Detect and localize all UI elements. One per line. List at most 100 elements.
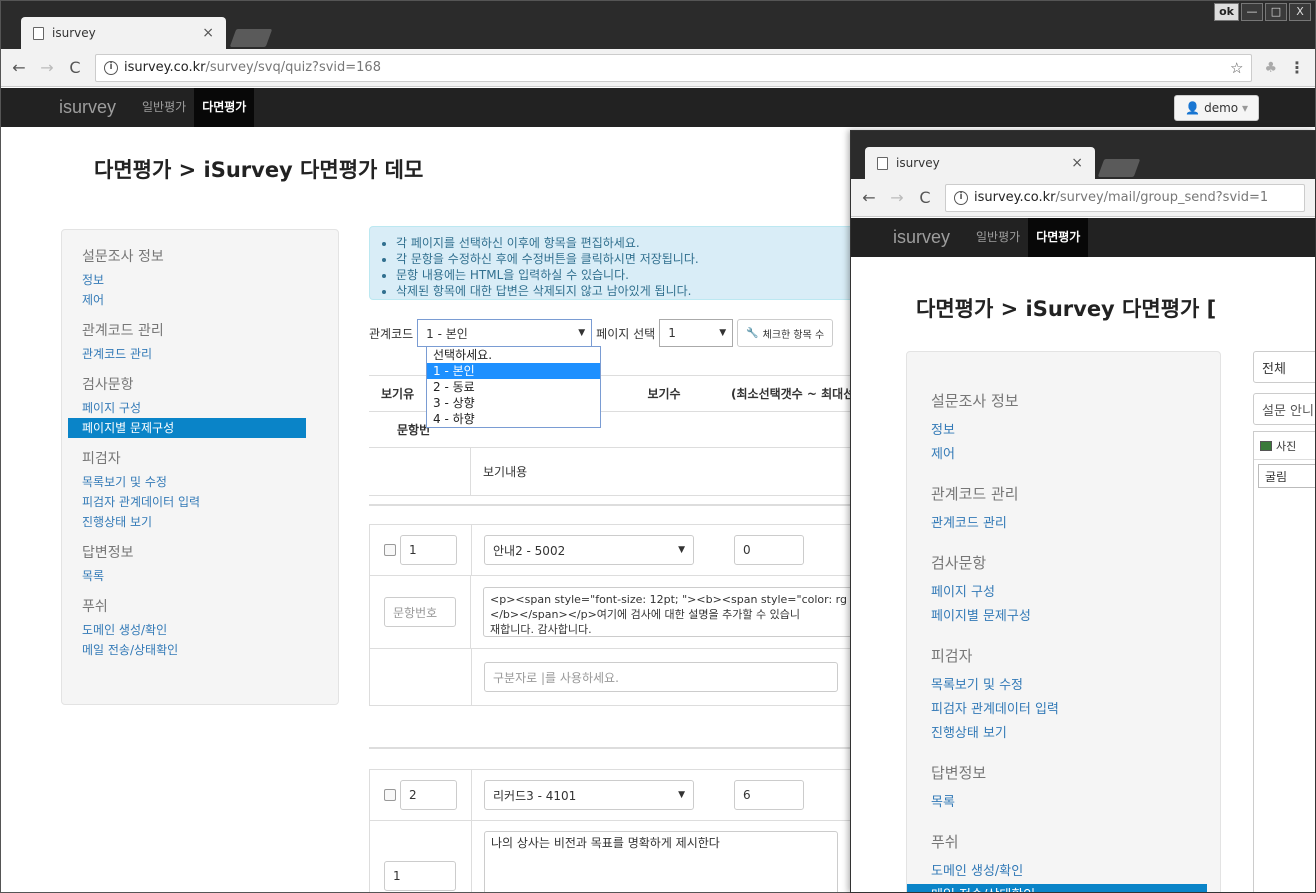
question-num-placeholder[interactable]: 문항번호: [384, 597, 456, 627]
sidebar-item-progress[interactable]: 진행상태 보기: [917, 722, 1216, 746]
question-checkbox[interactable]: [384, 789, 396, 801]
sidebar-item-page-questions[interactable]: 페이지별 문제구성: [68, 418, 306, 438]
sidebar-item-info[interactable]: 정보: [68, 270, 338, 290]
question-content-textarea[interactable]: <p><span style="font-size: 12pt; "><b><s…: [483, 587, 854, 637]
brand-logo[interactable]: isurvey: [1, 97, 134, 118]
group-filter-select[interactable]: 전체: [1253, 351, 1315, 383]
browser-tab[interactable]: isurvey ×: [865, 147, 1095, 179]
url-field[interactable]: i isurvey.co.kr/survey/svq/quiz?svid=168…: [95, 53, 1253, 82]
close-tab-icon[interactable]: ×: [202, 25, 214, 41]
dropdown-option[interactable]: 4 - 하향: [427, 411, 600, 427]
sidebar-item-domain[interactable]: 도메인 생성/확인: [917, 860, 1216, 884]
sidebar-item-mail[interactable]: 메일 전송/상태확인: [907, 884, 1207, 892]
ok-button[interactable]: ok: [1214, 3, 1239, 21]
app-navbar: isurvey 일반평가 다면평가: [1, 88, 1315, 127]
checked-items-button[interactable]: 🔧 체크한 항목 수: [737, 319, 834, 347]
extension-icon[interactable]: ♣: [1264, 60, 1277, 76]
back-arrow-icon[interactable]: ←: [861, 188, 877, 207]
sidebar-head-survey-info: 설문조사 정보: [82, 249, 164, 265]
url-domain: isurvey.co.kr: [124, 60, 206, 75]
question-block: 2 리커드3 - 4101 ▼ 6 1 나의 상사는 비전과 목표를 명확하게 …: [369, 769, 851, 892]
minimize-button[interactable]: —: [1241, 3, 1263, 21]
sidebar-item-page-config[interactable]: 페이지 구성: [68, 398, 338, 418]
new-tab-button[interactable]: [1097, 159, 1141, 177]
dropdown-option[interactable]: 2 - 동료: [427, 379, 600, 395]
new-tab-button[interactable]: [229, 29, 273, 47]
sidebar-item-progress[interactable]: 진행상태 보기: [68, 512, 338, 532]
sidebar-item-subject-list[interactable]: 목록보기 및 수정: [917, 674, 1216, 698]
user-menu-button[interactable]: 👤 demo ▾: [1174, 95, 1259, 121]
dropdown-option-selected[interactable]: 1 - 본인: [427, 363, 600, 379]
info-icon[interactable]: i: [954, 190, 968, 205]
nav-multi-eval[interactable]: 다면평가: [1028, 218, 1089, 257]
question-sub-number-input[interactable]: 1: [384, 861, 456, 891]
page-icon: [33, 26, 44, 40]
mail-subject-input[interactable]: 설문 안니: [1253, 393, 1315, 425]
sidebar-head-questions: 검사문항: [82, 377, 134, 393]
back-arrow-icon[interactable]: ←: [11, 58, 27, 77]
sidebar-item-relcode[interactable]: 관계코드 관리: [917, 512, 1216, 536]
close-window-button[interactable]: X: [1289, 3, 1311, 21]
header-cell: (최소선택갯수 ~ 최대선: [731, 387, 851, 401]
question-type-select[interactable]: 리커드3 - 4101 ▼: [484, 780, 694, 810]
nav-general-eval[interactable]: 일반평가: [134, 88, 194, 127]
question-number-input[interactable]: 1: [400, 535, 457, 565]
sidebar-item-subject-reldata[interactable]: 피검자 관계데이터 입력: [68, 492, 338, 512]
menu-dots-icon[interactable]: ⋮: [1289, 58, 1305, 77]
chevron-down-icon: ▼: [719, 328, 727, 338]
sidebar-item-subject-reldata[interactable]: 피검자 관계데이터 입력: [917, 698, 1216, 722]
question-block: 1 안내2 - 5002 ▼ 0 문항번호 <p><span style="fo…: [369, 524, 854, 706]
font-select[interactable]: 굴림: [1258, 464, 1315, 488]
relcode-label: 관계코드: [369, 326, 414, 341]
sidebar-item-control[interactable]: 제어: [68, 290, 338, 310]
brand-logo[interactable]: isurvey: [851, 227, 968, 248]
browser-tab[interactable]: isurvey ×: [21, 17, 226, 49]
sidebar-item-relcode[interactable]: 관계코드 관리: [68, 344, 338, 364]
bookmark-star-icon[interactable]: ☆: [1230, 59, 1243, 77]
url-path: /survey/mail/group_send?svid=1: [1055, 190, 1269, 205]
content-line: </b></span></p>여기에 검사에 대한 설명을 추가할 수 있습니: [490, 608, 800, 621]
dropdown-option[interactable]: 3 - 상향: [427, 395, 600, 411]
question-num-cell: 2: [370, 770, 472, 820]
photo-button[interactable]: 사진: [1276, 438, 1296, 454]
wrench-icon: 🔧: [746, 327, 759, 339]
sidebar-item-mail[interactable]: 메일 전송/상태확인: [68, 640, 338, 660]
relcode-select[interactable]: 1 - 본인 ▼: [417, 319, 593, 347]
checked-items-label: 체크한 항목 수: [762, 329, 825, 341]
question-content-textarea[interactable]: 나의 상사는 비전과 목표를 명확하게 제시한다: [484, 831, 838, 892]
reload-icon[interactable]: C: [67, 58, 83, 77]
question-number-input[interactable]: 2: [400, 780, 457, 810]
user-icon: 👤: [1185, 101, 1201, 115]
reload-icon[interactable]: C: [917, 188, 933, 207]
question-type-select[interactable]: 안내2 - 5002 ▼: [484, 535, 694, 565]
sidebar-head-relcode: 관계코드 관리: [931, 485, 1019, 503]
page-title: 다면평가 > iSurvey 다면평가 [: [916, 297, 1217, 321]
sidebar-item-answer-list[interactable]: 목록: [917, 791, 1216, 815]
url-path: /survey/svq/quiz?svid=168: [205, 60, 381, 75]
sidebar-item-page-config[interactable]: 페이지 구성: [917, 581, 1216, 605]
options-input[interactable]: 구분자로 |를 사용하세요.: [484, 662, 838, 692]
question-type-value: 안내2 - 5002: [493, 543, 566, 558]
maximize-button[interactable]: □: [1265, 3, 1287, 21]
nav-general-eval[interactable]: 일반평가: [968, 218, 1028, 257]
url-field[interactable]: i isurvey.co.kr/survey/mail/group_send?s…: [945, 183, 1305, 212]
question-checkbox[interactable]: [384, 544, 396, 556]
option-count-input[interactable]: 6: [734, 780, 804, 810]
nav-multi-eval[interactable]: 다면평가: [194, 88, 255, 127]
question-content-cell: <p><span style="font-size: 12pt; "><b><s…: [471, 576, 866, 648]
sidebar-item-subject-list[interactable]: 목록보기 및 수정: [68, 472, 338, 492]
option-count-input[interactable]: 0: [734, 535, 804, 565]
forward-arrow-icon[interactable]: →: [889, 188, 905, 207]
sidebar-item-control[interactable]: 제어: [917, 443, 1216, 467]
dropdown-option[interactable]: 선택하세요.: [427, 347, 600, 363]
question-type-value: 리커드3 - 4101: [493, 788, 577, 803]
close-tab-icon[interactable]: ×: [1071, 155, 1083, 171]
app-navbar: isurvey 일반평가 다면평가: [851, 218, 1315, 257]
info-icon[interactable]: i: [104, 60, 118, 75]
forward-arrow-icon[interactable]: →: [39, 58, 55, 77]
page-select[interactable]: 1 ▼: [659, 319, 734, 347]
sidebar-item-info[interactable]: 정보: [917, 419, 1216, 443]
sidebar-item-answer-list[interactable]: 목록: [68, 566, 338, 586]
sidebar-item-domain[interactable]: 도메인 생성/확인: [68, 620, 338, 640]
sidebar-item-page-questions[interactable]: 페이지별 문제구성: [917, 605, 1216, 629]
